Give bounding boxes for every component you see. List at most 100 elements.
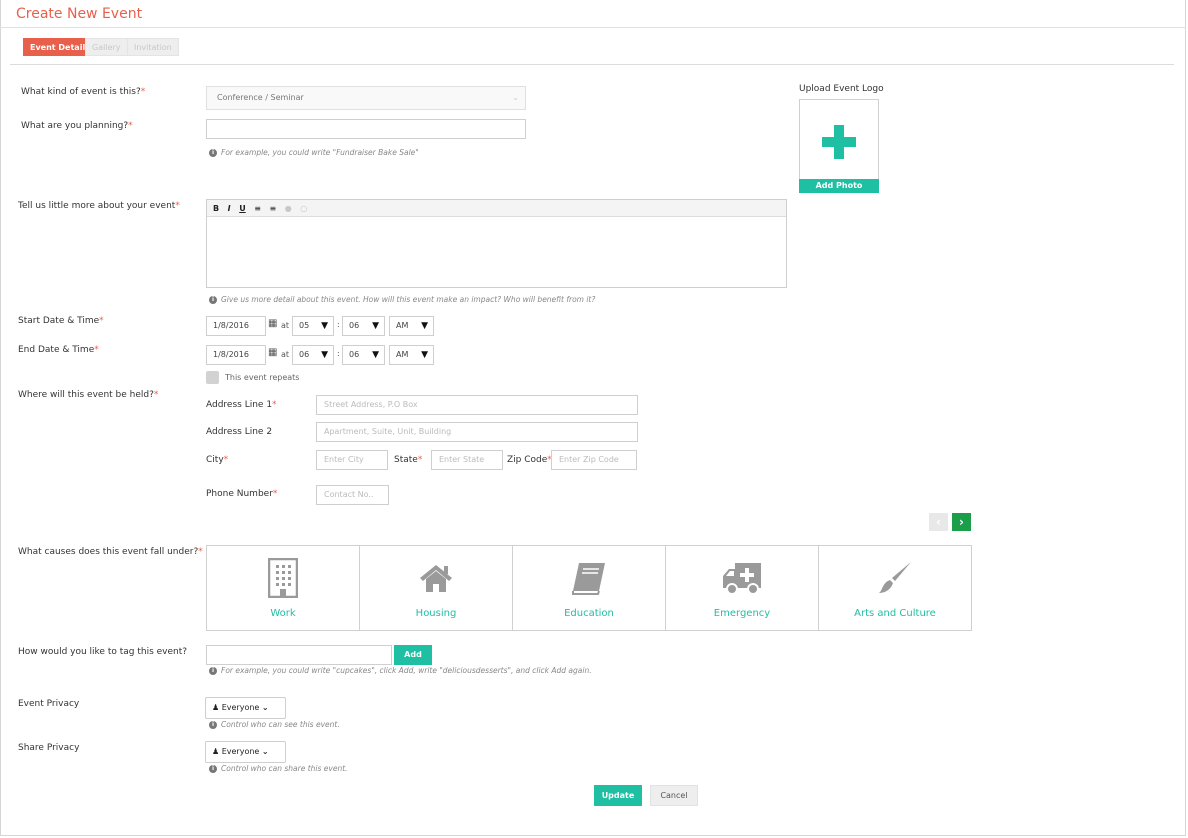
cause-label: Education xyxy=(564,608,614,619)
users-icon: ♟ xyxy=(212,703,220,712)
start-date-input[interactable]: 1/8/2016 xyxy=(206,316,266,336)
update-button[interactable]: Update xyxy=(594,785,642,806)
chevron-down-icon: ⌄ xyxy=(261,703,269,712)
time-separator: : xyxy=(337,349,340,358)
planning-hint: i For example, you could write "Fundraise… xyxy=(209,148,419,157)
event-privacy-label: Event Privacy xyxy=(18,699,80,709)
tags-hint: i For example, you could write "cupcakes"… xyxy=(209,666,592,675)
caret-down-icon: ▼ xyxy=(372,321,379,331)
repeats-checkbox[interactable] xyxy=(206,371,219,384)
chevron-down-icon: ⌄ xyxy=(512,93,519,102)
title-divider xyxy=(0,27,1186,28)
upload-logo-box[interactable]: Add Photo xyxy=(799,99,879,193)
cause-education[interactable]: Education xyxy=(513,546,666,630)
event-kind-select[interactable]: Conference / Seminar ⌄ xyxy=(206,86,526,110)
planning-input[interactable] xyxy=(206,119,526,139)
causes-label: What causes does this event fall under?* xyxy=(18,547,203,557)
planning-label: What are you planning?* xyxy=(21,121,133,131)
phone-input[interactable]: Contact No.. xyxy=(316,485,389,505)
cause-label: Housing xyxy=(415,608,457,619)
phone-label: Phone Number* xyxy=(206,489,278,499)
bullet-list-icon[interactable]: ≡ xyxy=(254,204,261,213)
caret-down-icon: ▼ xyxy=(321,350,328,360)
plus-icon-bar xyxy=(822,137,856,147)
share-privacy-label: Share Privacy xyxy=(18,743,80,753)
chevron-down-icon: ⌄ xyxy=(261,747,269,756)
repeats-label: This event repeats xyxy=(225,373,300,382)
zip-label: Zip Code* xyxy=(507,455,552,465)
cause-work[interactable]: Work xyxy=(207,546,360,630)
tabs-divider xyxy=(10,64,1174,65)
address2-label: Address Line 2 xyxy=(206,427,273,437)
tags-input[interactable] xyxy=(206,645,392,665)
end-hour-select[interactable]: 06 ▼ xyxy=(292,345,334,365)
cancel-button[interactable]: Cancel xyxy=(650,785,698,806)
location-label: Where will this event be held?* xyxy=(18,390,159,400)
calendar-icon[interactable]: ▦ xyxy=(268,318,277,329)
underline-button[interactable]: U xyxy=(239,204,246,213)
info-icon: i xyxy=(209,149,217,157)
tags-label: How would you like to tag this event? xyxy=(18,647,188,657)
caret-down-icon: ▼ xyxy=(421,321,428,331)
tab-invitation[interactable]: Invitation xyxy=(127,38,179,56)
add-photo-button[interactable]: Add Photo xyxy=(799,179,879,193)
address2-input[interactable]: Apartment, Suite, Unit, Building xyxy=(316,422,638,442)
italic-button[interactable]: I xyxy=(228,204,231,213)
share-privacy-value: Everyone xyxy=(221,747,260,756)
kind-label: What kind of event is this?* xyxy=(21,87,146,97)
house-icon xyxy=(360,558,512,598)
tab-gallery[interactable]: Gallery xyxy=(85,38,128,56)
event-kind-value: Conference / Seminar xyxy=(217,93,304,102)
causes-grid: Work Housing Education Emergency Arts an… xyxy=(206,545,972,631)
info-icon: i xyxy=(209,296,217,304)
cause-label: Work xyxy=(270,608,296,619)
start-hour-select[interactable]: 05 ▼ xyxy=(292,316,334,336)
city-label: City* xyxy=(206,455,229,465)
book-icon xyxy=(513,558,665,598)
zip-input[interactable]: Enter Zip Code xyxy=(551,450,637,470)
link-icon[interactable]: ● xyxy=(285,204,292,213)
paintbrush-icon xyxy=(819,558,971,598)
share-privacy-hint: i Control who can share this event. xyxy=(209,764,348,773)
calendar-icon[interactable]: ▦ xyxy=(268,347,277,358)
info-icon: i xyxy=(209,667,217,675)
caret-down-icon: ▼ xyxy=(372,350,379,360)
upload-logo-label: Upload Event Logo xyxy=(799,84,884,94)
cause-emergency[interactable]: Emergency xyxy=(666,546,819,630)
state-input[interactable]: Enter State xyxy=(431,450,503,470)
city-input[interactable]: Enter City xyxy=(316,450,388,470)
event-privacy-select[interactable]: ♟ Everyone ⌄ xyxy=(205,697,286,719)
end-ampm-select[interactable]: AM ▼ xyxy=(389,345,434,365)
cause-label: Arts and Culture xyxy=(854,608,936,619)
building-icon xyxy=(207,558,359,598)
page-title: Create New Event xyxy=(16,6,143,22)
time-separator: : xyxy=(337,320,340,329)
bold-button[interactable]: B xyxy=(213,204,219,213)
address1-label: Address Line 1* xyxy=(206,400,277,410)
cause-housing[interactable]: Housing xyxy=(360,546,513,630)
editor-toolbar: B I U ≡ ≡ ● ○ xyxy=(207,200,786,217)
start-ampm-select[interactable]: AM ▼ xyxy=(389,316,434,336)
end-date-label: End Date & Time* xyxy=(18,345,99,355)
start-minute-select[interactable]: 06 ▼ xyxy=(342,316,385,336)
address1-input[interactable]: Street Address, P.O Box xyxy=(316,395,638,415)
description-hint: i Give us more detail about this event. H… xyxy=(209,295,595,304)
event-privacy-value: Everyone xyxy=(221,703,260,712)
cause-arts-and-culture[interactable]: Arts and Culture xyxy=(819,546,971,630)
add-tag-button[interactable]: Add xyxy=(394,645,432,665)
users-icon: ♟ xyxy=(212,747,220,756)
ambulance-icon xyxy=(666,558,818,598)
chevron-left-icon[interactable]: ‹ xyxy=(929,513,948,531)
page-frame xyxy=(0,0,1186,836)
end-minute-select[interactable]: 06 ▼ xyxy=(342,345,385,365)
end-date-input[interactable]: 1/8/2016 xyxy=(206,345,266,365)
description-editor[interactable]: B I U ≡ ≡ ● ○ xyxy=(206,199,787,288)
info-icon: i xyxy=(209,721,217,729)
unlink-icon[interactable]: ○ xyxy=(300,204,307,213)
state-label: State* xyxy=(394,455,423,465)
share-privacy-select[interactable]: ♟ Everyone ⌄ xyxy=(205,741,286,763)
chevron-right-icon[interactable]: › xyxy=(952,513,971,531)
numbered-list-icon[interactable]: ≡ xyxy=(269,204,276,213)
at-text: at xyxy=(281,350,290,359)
caret-down-icon: ▼ xyxy=(421,350,428,360)
